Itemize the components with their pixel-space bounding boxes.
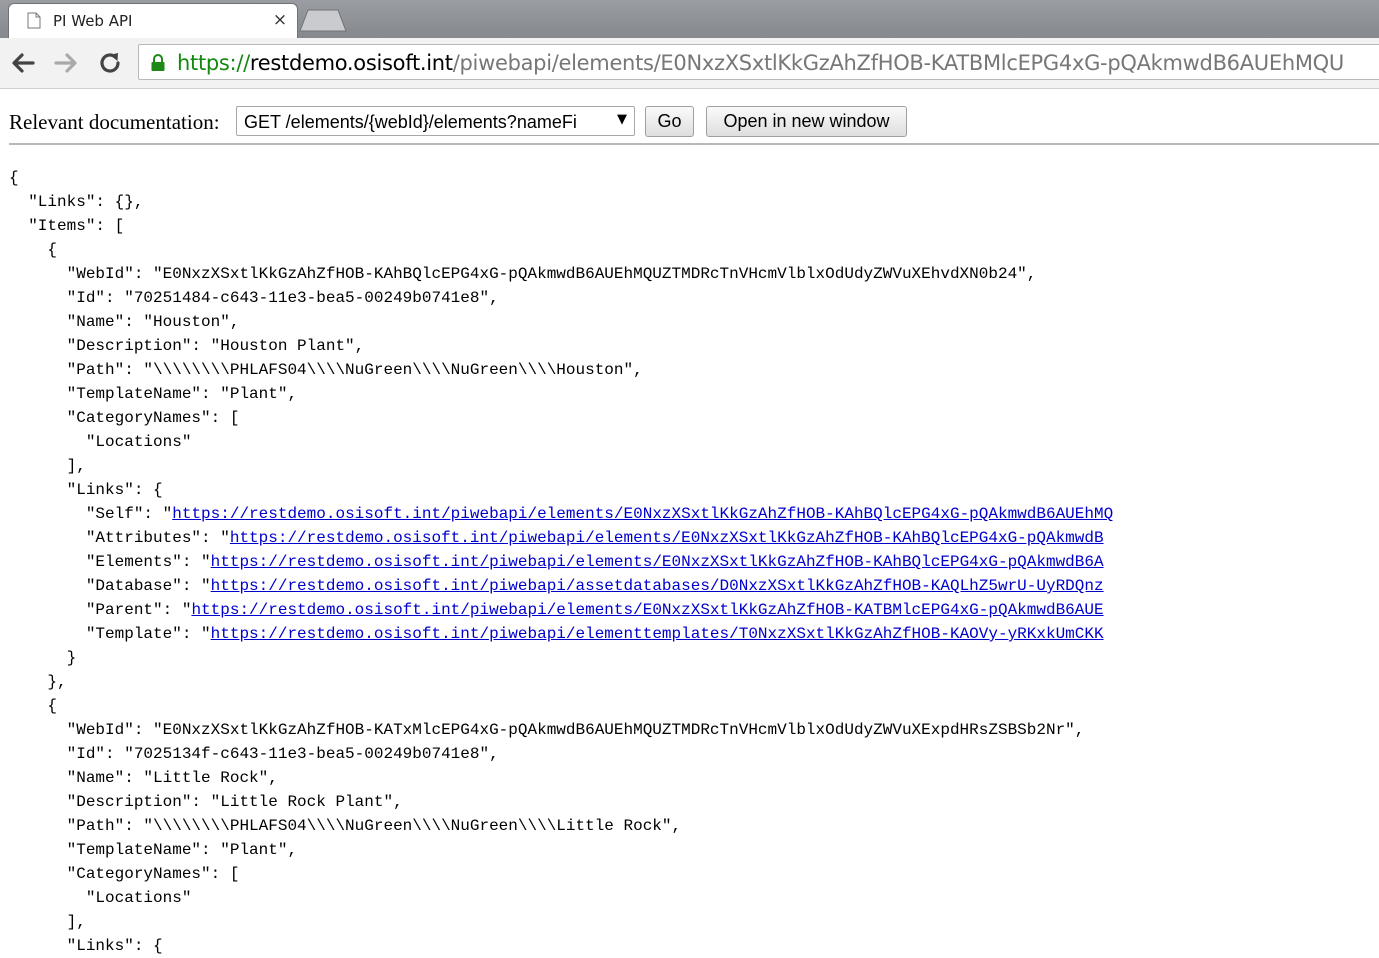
go-button[interactable]: Go [645,106,694,137]
json-link[interactable]: https://restdemo.osisoft.int/piwebapi/el… [211,553,1104,571]
url-text: https://restdemo.osisoft.int/piwebapi/el… [177,51,1344,75]
documentation-label: Relevant documentation: [9,110,220,134]
forward-arrow-icon[interactable] [52,49,80,77]
json-line: "Links": { [9,481,163,499]
json-line: { [9,241,58,259]
lock-icon [151,54,165,71]
url-path: /piwebapi/elements/E0NxzXSxtlKkGzAhZfHOB… [452,51,1345,75]
document-icon [27,12,41,29]
json-link-key: "Template": " [9,625,211,643]
json-line: "Parent": "https://restdemo.osisoft.int/… [9,598,1113,622]
json-line: ], [9,457,86,475]
json-line: "Id": "7025134f-c643-11e3-bea5-00249b074… [9,745,499,763]
json-line: "Links": { [9,937,163,955]
json-line: "WebId": "E0NxzXSxtlKkGzAhZfHOB-KATxMlcE… [9,721,1085,739]
json-line: }, [9,673,67,691]
json-line: "TemplateName": "Plant", [9,385,298,403]
tab-title: PI Web API [53,12,133,30]
back-arrow-icon[interactable] [9,49,37,77]
json-line: "Description": "Little Rock Plant", [9,793,403,811]
json-line: } [9,649,77,667]
json-line: "Description": "Houston Plant", [9,337,365,355]
json-line: "Id": "70251484-c643-11e3-bea5-00249b074… [9,289,499,307]
documentation-bar: Relevant documentation: GET /elements/{w… [0,89,1379,143]
tab-strip: PI Web API × [0,0,1379,38]
url-scheme: https:// [177,51,250,75]
json-line: "WebId": "E0NxzXSxtlKkGzAhZfHOB-KAhBQlcE… [9,265,1037,283]
reload-icon[interactable] [96,49,124,77]
documentation-select-value: GET /elements/{webId}/elements?nameFi [244,112,577,132]
json-line: "Items": [ [9,217,125,235]
json-link-key: "Attributes": " [9,529,230,547]
json-line: "TemplateName": "Plant", [9,841,298,859]
json-line: "Locations" [9,889,192,907]
json-line: "Name": "Houston", [9,313,240,331]
divider [9,143,1379,145]
json-line: ], [9,913,86,931]
dropdown-arrow-icon: ▼ [617,112,627,127]
tab-pi-web-api[interactable]: PI Web API × [8,3,298,38]
json-line: "Path": "\\\\\\\\PHLAFS04\\\\NuGreen\\\\… [9,817,682,835]
json-link-key: "Database": " [9,577,211,595]
json-line: "Template": "https://restdemo.osisoft.in… [9,622,1113,646]
json-link[interactable]: https://restdemo.osisoft.int/piwebapi/el… [191,601,1103,619]
json-line: "Self": "https://restdemo.osisoft.int/pi… [9,502,1113,526]
json-link[interactable]: https://restdemo.osisoft.int/piwebapi/el… [172,505,1113,523]
json-response-body: { "Links": {}, "Items": [ { "WebId": "E0… [9,166,1113,958]
documentation-select[interactable]: GET /elements/{webId}/elements?nameFi ▼ [236,106,635,136]
json-link[interactable]: https://restdemo.osisoft.int/piwebapi/as… [211,577,1104,595]
json-line: "CategoryNames": [ [9,865,240,883]
json-line: "Database": "https://restdemo.osisoft.in… [9,574,1113,598]
address-bar[interactable]: https://restdemo.osisoft.int/piwebapi/el… [138,44,1379,80]
json-line: "Name": "Little Rock", [9,769,278,787]
json-link[interactable]: https://restdemo.osisoft.int/piwebapi/el… [230,529,1104,547]
json-line: "Path": "\\\\\\\\PHLAFS04\\\\NuGreen\\\\… [9,361,643,379]
json-line: "Elements": "https://restdemo.osisoft.in… [9,550,1113,574]
json-link[interactable]: https://restdemo.osisoft.int/piwebapi/el… [211,625,1104,643]
json-link-key: "Parent": " [9,601,192,619]
json-line: { [9,697,58,715]
tab-close-button[interactable]: × [269,9,291,31]
url-host: restdemo.osisoft.int [249,51,453,75]
json-line: "Links": {}, [9,193,144,211]
open-in-new-window-button[interactable]: Open in new window [706,106,907,137]
json-line: "CategoryNames": [ [9,409,240,427]
json-line: "Locations" [9,433,192,451]
json-link-key: "Self": " [9,505,173,523]
new-tab-button[interactable] [298,8,348,32]
json-line: "Attributes": "https://restdemo.osisoft.… [9,526,1113,550]
json-line: { [9,169,19,187]
browser-toolbar: https://restdemo.osisoft.int/piwebapi/el… [0,38,1379,89]
json-link-key: "Elements": " [9,553,211,571]
